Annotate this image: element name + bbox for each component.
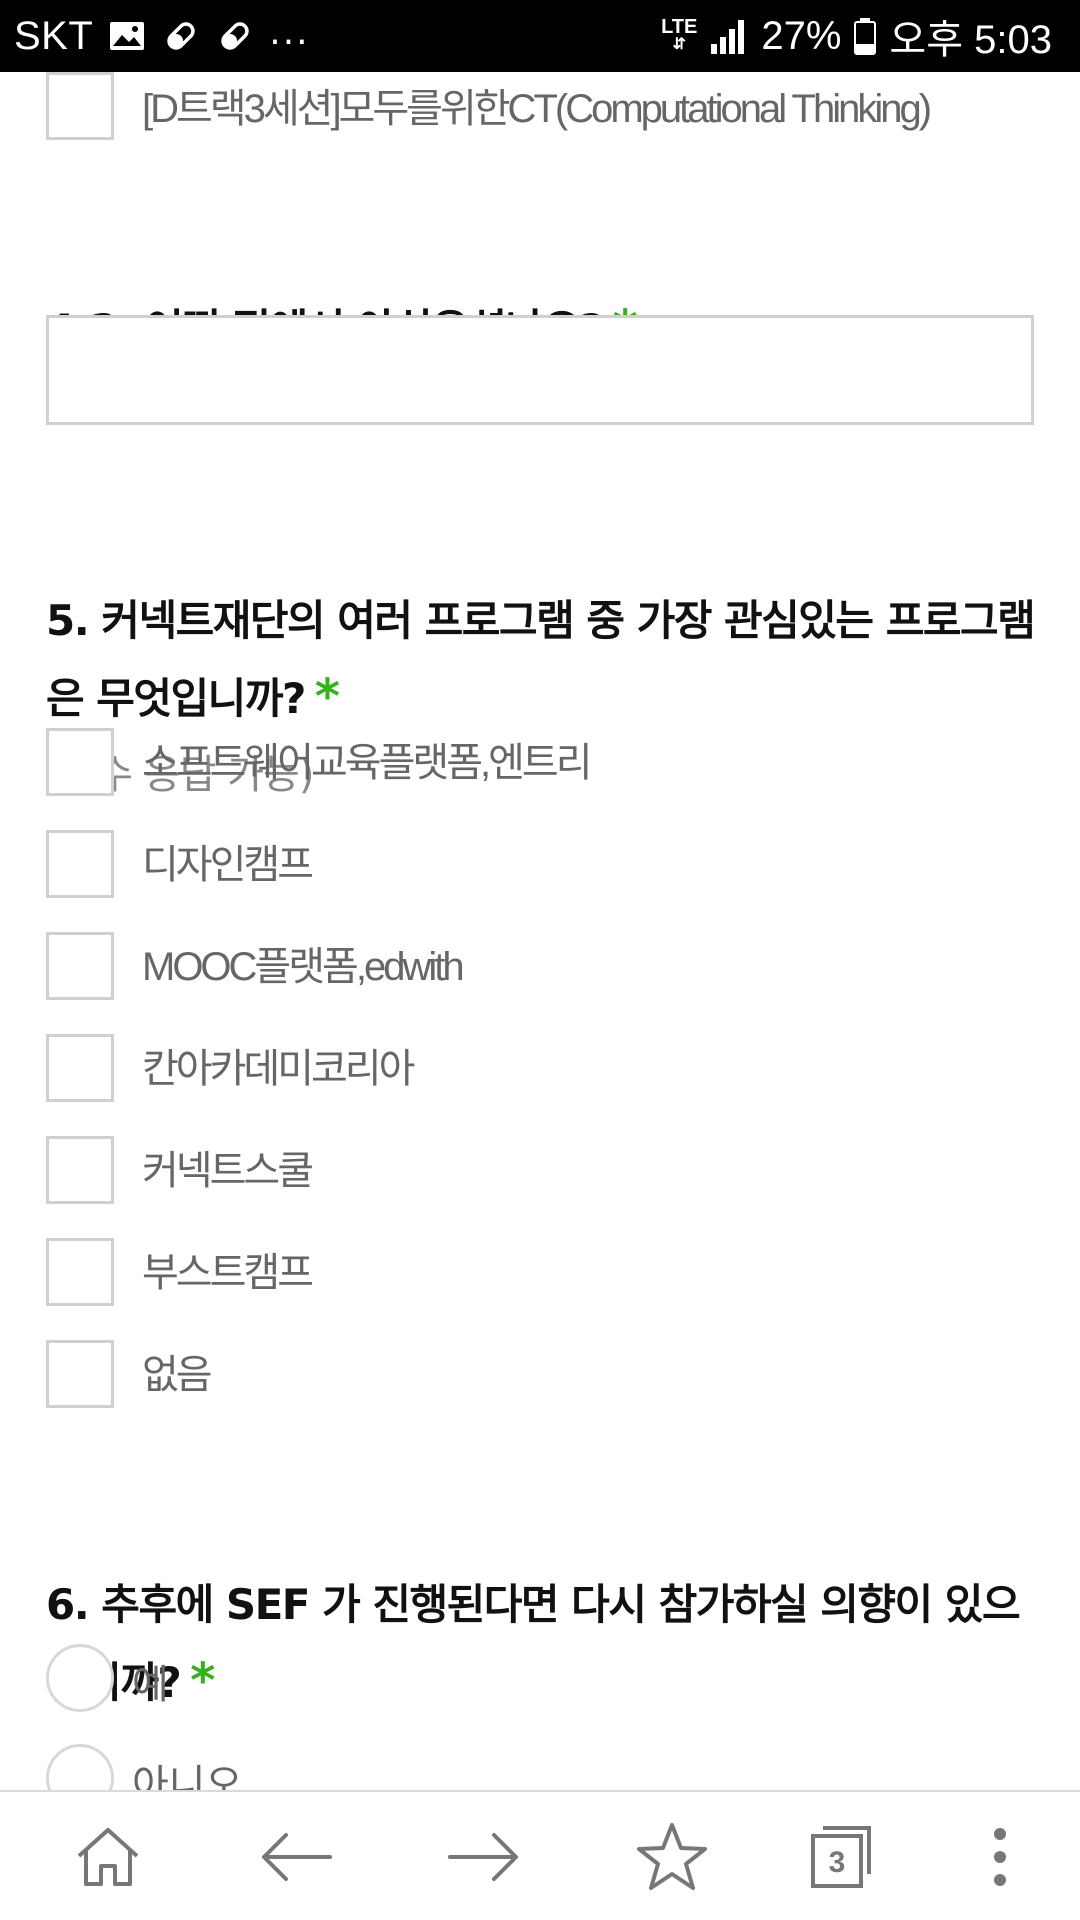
network-type: LTE ⇵ [661, 16, 698, 54]
forward-button[interactable] [424, 1802, 544, 1912]
browser-bottom-nav: 3 [0, 1790, 1080, 1920]
checkbox-option-edwith[interactable] [46, 932, 114, 1000]
checkbox-option-khan-academy[interactable] [46, 1034, 114, 1102]
required-asterisk: * [190, 1653, 215, 1709]
radio-label: 예 [132, 1662, 169, 1708]
battery-icon [853, 16, 877, 56]
bookmark-button[interactable] [612, 1802, 732, 1912]
radio-option-yes[interactable] [46, 1644, 114, 1712]
question-4-2-answer-input[interactable] [46, 315, 1034, 425]
status-bar-right: LTE ⇵ 27% 오후 5:03 [661, 0, 1052, 72]
checkbox-label: 디자인캠프 [142, 843, 314, 887]
checkbox-label: 부스트캠프 [142, 1251, 314, 1295]
tabs-button[interactable]: 3 [782, 1802, 902, 1912]
radio-label: 아니오 [132, 1762, 243, 1790]
checkbox-option-entry[interactable] [46, 728, 114, 796]
question-5-title: 5. 커넥트재단의 여러 프로그램 중 가장 관심있는 프로그램은 무엇입니까?… [46, 583, 1036, 737]
checkbox-label: 커넥트스쿨 [142, 1149, 314, 1193]
checkbox-option-connect-school[interactable] [46, 1136, 114, 1204]
checkbox-prev-option[interactable] [46, 72, 114, 140]
forward-arrow-icon [446, 1827, 522, 1887]
checkbox-option-design-camp[interactable] [46, 830, 114, 898]
question-text: 5. 커넥트재단의 여러 프로그램 중 가장 관심있는 프로그램은 무엇입니까? [46, 596, 1036, 723]
more-menu-button[interactable] [940, 1802, 1060, 1912]
home-icon [73, 1822, 143, 1892]
checkbox-label: MOOC플랫폼,edwith [142, 945, 465, 989]
tab-count: 3 [828, 1846, 846, 1879]
network-type-label: LTE [661, 16, 698, 38]
data-arrows-icon: ⇵ [672, 36, 686, 53]
question-6-title: 6. 추후에 SEF 가 진행된다면 다시 참가하실 의향이 있으십니까?* [46, 1567, 1036, 1721]
battery-percent: 27% [761, 13, 842, 58]
radio-option-no[interactable] [46, 1744, 114, 1790]
checkbox-label: 없음 [142, 1353, 213, 1397]
signal-strength-icon [709, 16, 749, 56]
more-vertical-icon [990, 1822, 1010, 1892]
checkbox-label: [D트랙3세션]모두를위한CT(Computational Thinking) [142, 87, 932, 131]
checkbox-label: 소프트웨어교육플랫폼,엔트리 [142, 741, 593, 785]
carrier-label: SKT [14, 13, 94, 58]
tabs-icon: 3 [807, 1822, 877, 1892]
clock: 오후 5:03 [889, 18, 1052, 62]
required-asterisk: * [314, 669, 340, 725]
star-icon [635, 1821, 709, 1893]
status-bar: SKT ... LTE ⇵ 27% 오후 5:03 [0, 0, 1080, 72]
checkbox-option-none[interactable] [46, 1340, 114, 1408]
back-arrow-icon [258, 1827, 334, 1887]
checkbox-option-boostcamp[interactable] [46, 1238, 114, 1306]
image-notification-icon [107, 16, 147, 56]
home-button[interactable] [48, 1802, 168, 1912]
survey-form: [D트랙3세션]모두를위한CT(Computational Thinking) … [0, 72, 1080, 1790]
back-button[interactable] [236, 1802, 356, 1912]
pill-notification-icon-2 [215, 16, 255, 56]
checkbox-label: 칸아카데미코리아 [142, 1047, 415, 1091]
status-bar-left: SKT ... [14, 0, 310, 72]
pill-notification-icon [161, 16, 201, 56]
more-notifications-label: ... [269, 11, 310, 53]
